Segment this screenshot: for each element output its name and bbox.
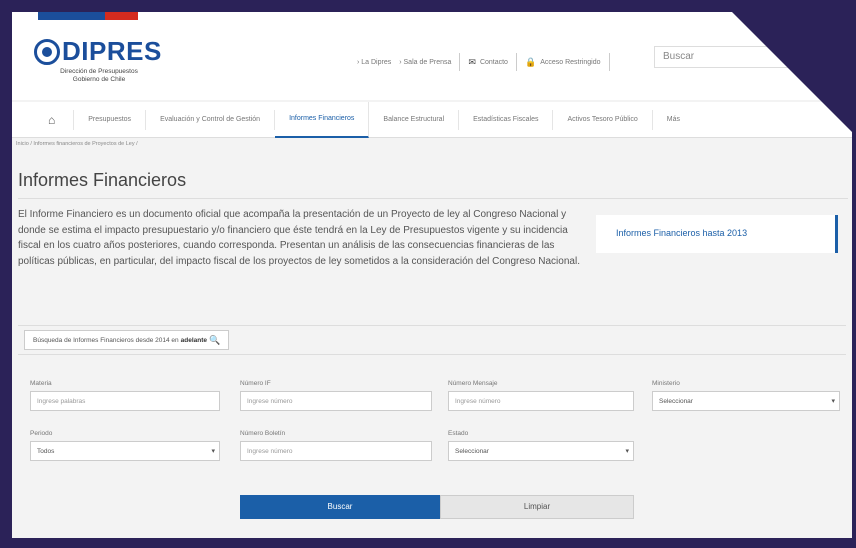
advanced-search-bar: Búsqueda de Informes Financieros desde 2… <box>18 325 846 355</box>
home-icon[interactable]: ⌂ <box>12 109 75 130</box>
materia-label: Materia <box>30 380 52 387</box>
logo-subtitle: Dirección de Presupuestos Gobierno de Ch… <box>34 68 164 84</box>
logo-subtitle-line2: Gobierno de Chile <box>72 76 126 83</box>
nav-item-mas[interactable]: Más <box>653 110 694 130</box>
chevron-down-icon: ▾ <box>831 398 835 405</box>
title-divider <box>18 198 848 199</box>
numero-mensaje-label: Número Mensaje <box>448 380 498 387</box>
numero-boletin-label: Número Boletín <box>240 430 286 437</box>
materia-input[interactable]: Ingrese palabras <box>30 391 220 411</box>
ministerio-select-value: Seleccionar <box>659 398 693 405</box>
clear-button[interactable]: Limpiar <box>440 495 634 519</box>
search-icon: 🔍 <box>209 334 221 345</box>
periodo-label: Periodo <box>30 430 53 437</box>
top-links: › La Dipres › Sala de Prensa ✉ Contacto … <box>357 53 618 71</box>
ministerio-label: Ministerio <box>652 380 680 387</box>
numero-if-input[interactable]: Ingrese número <box>240 391 432 411</box>
mail-icon: ✉ <box>468 56 476 67</box>
browser-page: DIPRES Dirección de Presupuestos Gobiern… <box>12 12 852 538</box>
page-title: Informes Financieros <box>18 170 187 190</box>
estado-select-value: Seleccionar <box>455 448 489 455</box>
chile-flag-stripe <box>38 12 138 20</box>
logo-text: DIPRES <box>62 36 162 66</box>
divider <box>515 53 517 71</box>
estado-select[interactable]: Seleccionar ▾ <box>448 441 634 461</box>
dipres-logo[interactable]: DIPRES <box>34 36 162 67</box>
nav-item-balance-estructural[interactable]: Balance Estructural <box>369 109 460 130</box>
link-acceso-restringido[interactable]: Acceso Restringido <box>540 59 600 66</box>
numero-if-label: Número IF <box>240 380 271 387</box>
nav-item-estadisticas-fiscales[interactable]: Estadísticas Fiscales <box>459 109 554 130</box>
divider <box>608 53 610 71</box>
nav-item-informes-financieros[interactable]: Informes Financieros <box>275 101 370 138</box>
advanced-search-toggle[interactable]: Búsqueda de Informes Financieros desde 2… <box>24 330 230 350</box>
periodo-select[interactable]: Todos ▾ <box>30 441 220 461</box>
numero-boletin-input[interactable]: Ingrese número <box>240 441 432 461</box>
link-sala-prensa[interactable]: › Sala de Prensa <box>399 59 451 66</box>
logo-subtitle-line1: Dirección de Presupuestos <box>60 68 138 75</box>
intro-text: El Informe Financiero es un documento of… <box>18 209 580 267</box>
ministerio-select[interactable]: Seleccionar ▾ <box>652 391 840 411</box>
link-informes-hasta-2013[interactable]: Informes Financieros hasta 2013 <box>596 215 838 253</box>
nav-item-evaluacion[interactable]: Evaluación y Control de Gestión <box>146 109 276 130</box>
dipres-logo-icon <box>34 38 60 65</box>
periodo-select-value: Todos <box>37 448 55 455</box>
corner-decoration <box>732 12 852 132</box>
main-nav: ⌂ Presupuestos Evaluación y Control de G… <box>12 101 852 138</box>
advanced-search-label: Búsqueda de Informes Financieros desde 2… <box>33 336 179 344</box>
chevron-down-icon: ▾ <box>211 448 215 455</box>
search-button[interactable]: Buscar <box>240 495 440 519</box>
estado-label: Estado <box>448 430 469 437</box>
nav-item-activos-tesoro[interactable]: Activos Tesoro Público <box>553 109 653 130</box>
lock-icon: 🔒 <box>524 56 537 67</box>
breadcrumb[interactable]: Inicio / Informes financieros de Proyect… <box>16 141 138 147</box>
nav-item-presupuestos[interactable]: Presupuestos <box>74 109 147 130</box>
chevron-down-icon: ▾ <box>625 448 629 455</box>
link-contacto[interactable]: Contacto <box>480 59 508 66</box>
link-la-dipres[interactable]: › La Dipres <box>357 59 391 66</box>
numero-mensaje-input[interactable]: Ingrese número <box>448 391 634 411</box>
site-header: DIPRES Dirección de Presupuestos Gobiern… <box>12 12 852 100</box>
divider <box>459 53 461 71</box>
advanced-search-bold: adelante <box>180 336 207 344</box>
